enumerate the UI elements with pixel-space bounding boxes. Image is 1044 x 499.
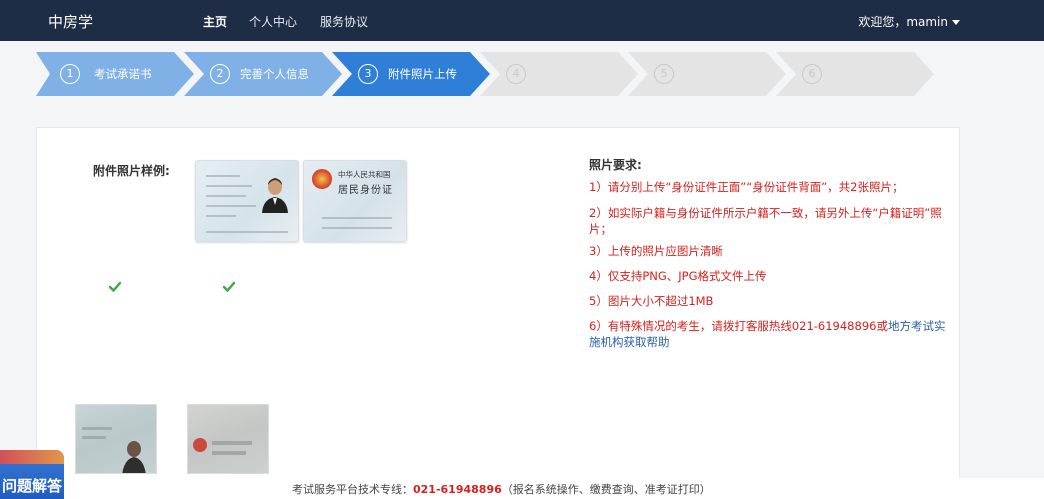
step-4-number: 4: [506, 64, 526, 84]
upload-success-check-icon: [222, 280, 236, 294]
requirement-3: 3）上传的照片应图片清晰: [589, 244, 723, 258]
id-text-line: [206, 185, 252, 187]
step-2: 2 完善个人信息: [184, 52, 342, 96]
uploaded-photo-2[interactable]: [187, 404, 269, 474]
step-4-arrow: [480, 52, 638, 96]
footer-prefix: 考试服务平台技术专线：: [292, 483, 413, 496]
uploaded-photo-1[interactable]: [75, 404, 157, 474]
help-badge-label: 问题解答: [2, 477, 63, 495]
sample-photos-label: 附件照片样例:: [93, 164, 170, 178]
footer-support-line: 考试服务平台技术专线：021-61948896（报名系统操作、缴费查询、准考证打…: [292, 481, 711, 497]
step-3-label: 附件照片上传: [388, 67, 457, 81]
step-3: 3 附件照片上传: [332, 52, 490, 96]
step-5: 5: [628, 52, 786, 96]
nav-item-profile[interactable]: 个人中心: [249, 13, 297, 30]
national-emblem-icon: [312, 169, 332, 189]
id-text-line: [322, 227, 392, 229]
sample-id-card-front: [195, 160, 299, 242]
uploaded-id-front-thumbnail: [82, 427, 146, 473]
id-text-line: [206, 215, 236, 217]
sample-id-card-back: 中华人民共和国 居民身份证: [303, 160, 407, 242]
step-6-number: 6: [802, 64, 822, 84]
upload-success-check-icon: [108, 280, 122, 294]
caret-down-icon: [952, 20, 960, 25]
step-1-label: 考试承诺书: [94, 67, 152, 81]
site-logo[interactable]: 中房学: [48, 11, 93, 32]
uploaded-id-back-thumbnail: [193, 438, 252, 455]
requirement-6-text: 6）有特殊情况的考生，请拨打客服热线021-61948896或: [589, 319, 888, 333]
requirement-4: 4）仅支持PNG、JPG格式文件上传: [589, 269, 767, 283]
step-5-arrow: [628, 52, 786, 96]
footer-phone: 021-61948896: [413, 483, 502, 496]
step-2-number: 2: [210, 64, 230, 84]
step-1: 1 考试承诺书: [36, 52, 194, 96]
nav-item-service-agreement[interactable]: 服务协议: [320, 13, 368, 30]
progress-steps: 1 考试承诺书 2 完善个人信息 3 附件照片上传 4 5 6: [36, 52, 936, 96]
step-6: 6: [776, 52, 934, 96]
step-2-label: 完善个人信息: [240, 67, 309, 81]
requirement-5: 5）图片大小不超过1MB: [589, 294, 714, 308]
id-text-line: [206, 195, 246, 197]
help-faq-badge[interactable]: 问题解答: [0, 450, 64, 499]
id-card-title: 居民身份证: [338, 185, 393, 196]
footer: 考试服务平台技术专线：021-61948896（报名系统操作、缴费查询、准考证打…: [0, 478, 1044, 499]
nav-item-home[interactable]: 主页: [203, 13, 227, 30]
upload-panel: 附件照片样例: 中华人民共和国 居民身份证 照片要求: 1）请分别上传“身份证件…: [36, 127, 960, 499]
user-menu-label: 欢迎您，mamin: [858, 15, 948, 29]
id-text-line: [206, 205, 256, 207]
top-navbar: 中房学 主页 个人中心 服务协议 欢迎您，mamin: [0, 0, 1044, 41]
id-text-line: [206, 175, 240, 177]
step-5-number: 5: [654, 64, 674, 84]
requirement-1: 1）请分别上传“身份证件正面”“身份证件背面”，共2张照片；: [589, 180, 904, 194]
id-text-line: [322, 217, 392, 219]
requirement-2: 2）如实际户籍与身份证件所示户籍不一致，请另外上传“户籍证明”照片；: [589, 206, 942, 236]
photo-requirements-title: 照片要求:: [589, 158, 642, 172]
page: 中房学 主页 个人中心 服务协议 欢迎您，mamin 1 考试承诺书 2 完善个…: [0, 0, 1044, 499]
step-4: 4: [480, 52, 638, 96]
requirement-6: 6）有特殊情况的考生，请拨打客服热线021-61948896或地方考试实施机构获…: [589, 318, 955, 350]
id-card-country: 中华人民共和国: [338, 170, 391, 179]
user-menu[interactable]: 欢迎您，mamin: [858, 13, 960, 30]
portrait-icon: [262, 178, 288, 213]
step-6-arrow: [776, 52, 934, 96]
step-1-number: 1: [60, 64, 80, 84]
help-badge-stripe: [0, 450, 64, 464]
footer-suffix: （报名系统操作、缴费查询、准考证打印）: [501, 483, 711, 496]
id-number-line: [206, 231, 288, 233]
step-3-number: 3: [358, 64, 378, 84]
